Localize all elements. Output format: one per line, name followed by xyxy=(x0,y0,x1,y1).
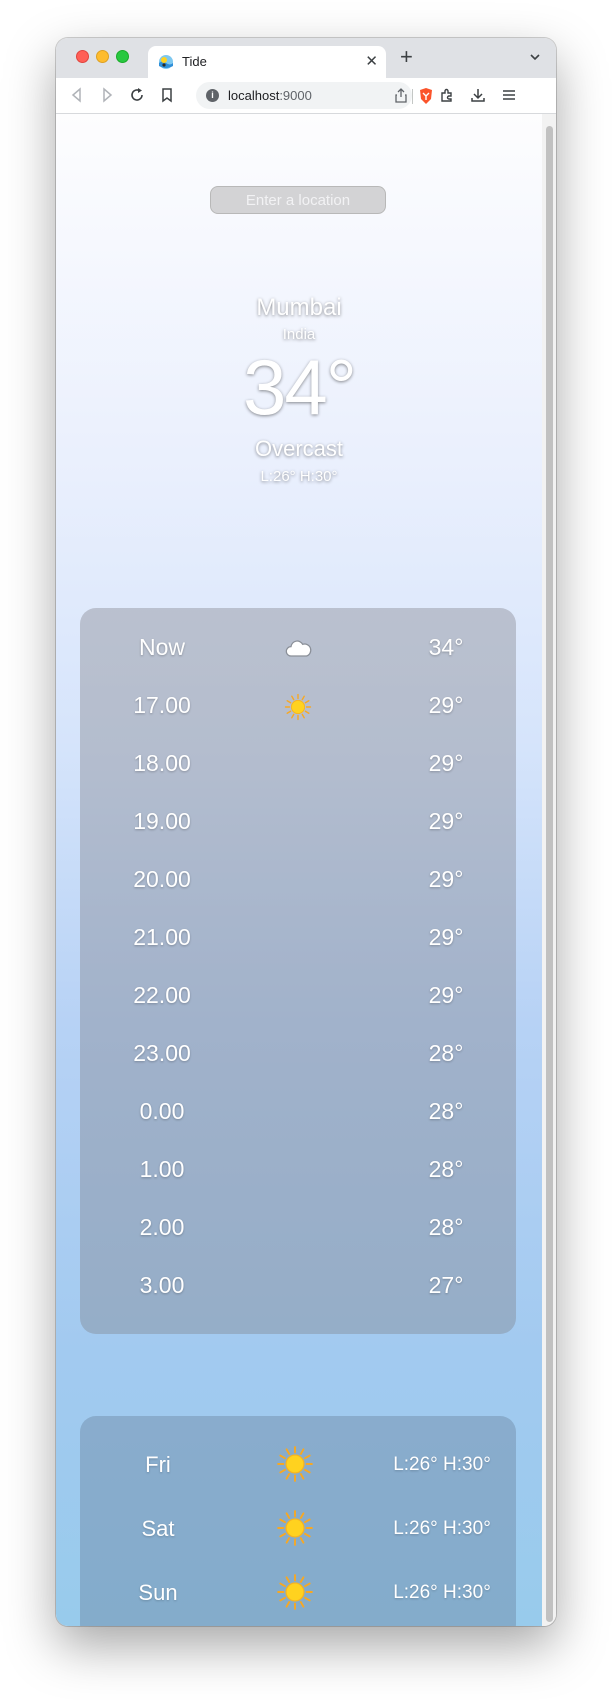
browser-window: Tide ✕ + i localhost:9000 Enter a locati… xyxy=(56,38,556,1626)
tab-strip: Tide ✕ + xyxy=(56,38,556,78)
daily-row: Sat L:26° H:30° xyxy=(80,1496,516,1560)
daily-row: Sun L:26° H:30° xyxy=(80,1560,516,1624)
daily-row: Fri L:26° H:30° xyxy=(80,1432,516,1496)
hour-temperature: 29° xyxy=(428,982,464,1008)
current-low-high: L:26° H:30° xyxy=(260,468,338,485)
hour-temperature: 29° xyxy=(428,808,464,834)
daily-forecast-panel: Fri L:26° H:30° Sat L:26° H:30° Sun L:26° H:3… xyxy=(80,1416,516,1626)
bookmark-icon[interactable] xyxy=(158,86,176,104)
zoom-window-button[interactable] xyxy=(116,50,129,63)
city-name: Mumbai xyxy=(256,294,342,321)
hour-label: 1.00 xyxy=(139,1156,185,1182)
cloud-icon xyxy=(284,635,312,663)
hour-label: 18.00 xyxy=(133,750,191,776)
tab-search-chevron-down-icon[interactable] xyxy=(528,50,542,64)
hour-label: 21.00 xyxy=(133,924,191,950)
day-label: Fri xyxy=(145,1452,171,1477)
sun-icon xyxy=(276,1445,314,1483)
day-low-high: L:26° H:30° xyxy=(393,1582,491,1603)
hour-label: 2.00 xyxy=(139,1214,185,1240)
hourly-row: 23.00 28° xyxy=(80,1026,516,1084)
moon-icon xyxy=(284,1041,312,1069)
hour-label: 0.00 xyxy=(139,1098,185,1124)
forward-icon[interactable] xyxy=(98,86,116,104)
hour-temperature: 28° xyxy=(428,1040,464,1066)
sun-icon xyxy=(276,1573,314,1611)
brave-shields-icon[interactable] xyxy=(418,87,434,105)
reload-icon[interactable] xyxy=(128,86,146,104)
moon-icon xyxy=(284,809,312,837)
extensions-icon[interactable] xyxy=(438,86,456,104)
hour-label: 22.00 xyxy=(133,982,191,1008)
hour-temperature: 28° xyxy=(428,1214,464,1240)
country-name: India xyxy=(282,326,316,343)
hourly-row: 20.00 29° xyxy=(80,852,516,910)
tab-title: Tide xyxy=(182,54,207,69)
sun-icon xyxy=(276,1509,314,1547)
moon-icon xyxy=(284,867,312,895)
tide-favicon-icon xyxy=(159,55,173,69)
moon-icon xyxy=(284,1099,312,1127)
downloads-icon[interactable] xyxy=(469,86,487,104)
hour-temperature: 34° xyxy=(428,634,464,660)
hour-label: 17.00 xyxy=(133,692,191,718)
close-window-button[interactable] xyxy=(76,50,89,63)
hourly-row: Now 34° xyxy=(80,620,516,678)
scrollbar-thumb[interactable] xyxy=(546,126,553,1622)
site-info-icon[interactable]: i xyxy=(206,89,219,102)
hour-label: 19.00 xyxy=(133,808,191,834)
url-text: localhost:9000 xyxy=(228,88,312,103)
hour-label: 23.00 xyxy=(133,1040,191,1066)
hourly-row: 21.00 29° xyxy=(80,910,516,968)
location-search-input[interactable] xyxy=(210,186,386,214)
hourly-row: 17.00 29° xyxy=(80,678,516,736)
hourly-row: 19.00 29° xyxy=(80,794,516,852)
browser-toolbar: i localhost:9000 xyxy=(56,78,556,114)
address-bar[interactable]: i localhost:9000 xyxy=(196,82,432,109)
hour-temperature: 28° xyxy=(428,1156,464,1182)
hourly-row: 0.00 28° xyxy=(80,1084,516,1142)
hour-temperature: 27° xyxy=(428,1272,464,1298)
hour-label: Now xyxy=(138,634,185,660)
day-low-high: L:26° H:30° xyxy=(393,1454,491,1475)
moon-icon xyxy=(284,983,312,1011)
minimize-window-button[interactable] xyxy=(96,50,109,63)
moon-icon xyxy=(284,751,312,779)
current-condition: Overcast xyxy=(254,436,344,461)
hour-label: 3.00 xyxy=(139,1272,185,1298)
hourly-row: 3.00 27° xyxy=(80,1258,516,1316)
day-label: Sat xyxy=(141,1516,175,1541)
hourly-forecast-panel: Now 34° 17.00 29° 18.00 29° 19.00 29° 20.00 29° 21… xyxy=(80,608,516,1334)
hourly-row: 18.00 29° xyxy=(80,736,516,794)
hourly-row: 2.00 28° xyxy=(80,1200,516,1258)
weather-app: Mumbai India 34° Overcast L:26° H:30° No… xyxy=(56,114,542,1626)
day-label: Sun xyxy=(138,1580,178,1605)
day-low-high: L:26° H:30° xyxy=(393,1518,491,1539)
hourly-row: 1.00 28° xyxy=(80,1142,516,1200)
hour-temperature: 29° xyxy=(428,692,464,718)
sun-icon xyxy=(284,693,312,721)
share-icon[interactable] xyxy=(394,88,408,103)
hour-temperature: 28° xyxy=(428,1098,464,1124)
hour-label: 20.00 xyxy=(133,866,191,892)
hour-temperature: 29° xyxy=(428,866,464,892)
hour-temperature: 29° xyxy=(428,924,464,950)
moon-icon xyxy=(284,1273,312,1301)
hour-temperature: 29° xyxy=(428,750,464,776)
tab-close-icon[interactable]: ✕ xyxy=(365,52,378,70)
back-icon[interactable] xyxy=(68,86,86,104)
moon-icon xyxy=(284,1157,312,1185)
address-bar-divider xyxy=(412,89,413,104)
tab-tide[interactable]: Tide ✕ xyxy=(148,46,386,78)
moon-icon xyxy=(284,1215,312,1243)
hourly-row: 22.00 29° xyxy=(80,968,516,1026)
moon-icon xyxy=(284,925,312,953)
new-tab-button[interactable]: + xyxy=(400,45,413,69)
current-temperature: 34° xyxy=(243,343,357,431)
menu-hamburger-icon[interactable] xyxy=(500,86,518,104)
